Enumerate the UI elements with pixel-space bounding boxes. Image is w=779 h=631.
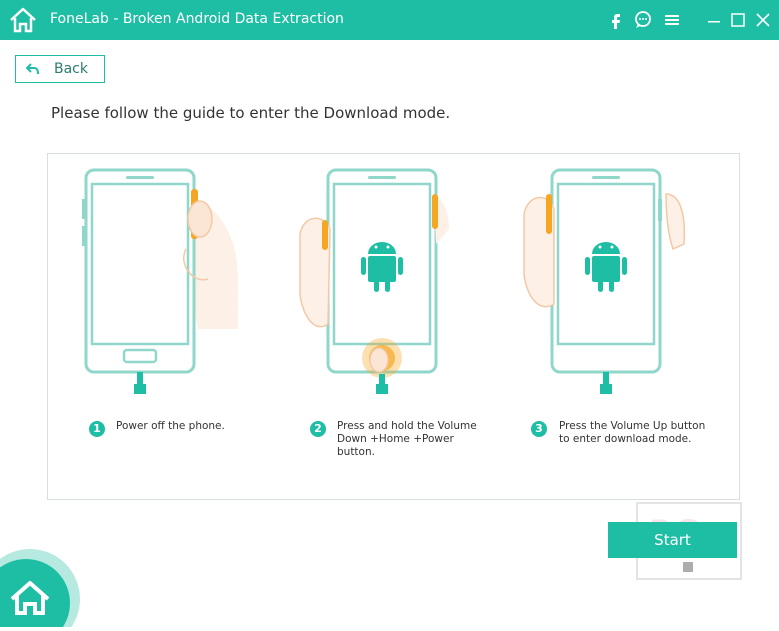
step2-illustration	[299, 168, 449, 394]
step3-illustration	[523, 168, 686, 394]
step1-number: 1	[89, 421, 105, 437]
step3-text: Press the Volume Up button to enter down…	[559, 420, 706, 445]
maximize-icon[interactable]	[728, 10, 748, 30]
instruction-text: Please follow the guide to enter the Dow…	[51, 104, 451, 122]
chat-icon[interactable]	[633, 10, 653, 30]
back-button-label: Back	[54, 61, 88, 77]
step1-illustration	[82, 168, 239, 394]
step2-text: Press and hold the Volume Down +Home +Po…	[337, 420, 477, 458]
step2-number: 2	[310, 421, 326, 437]
back-arrow-icon	[26, 63, 39, 75]
start-button[interactable]: Start	[608, 522, 737, 558]
home-corner-button[interactable]	[0, 537, 90, 631]
guide-panel: 1 Power off the phone. 2 Press and hold …	[47, 153, 740, 500]
menu-icon[interactable]	[662, 10, 682, 30]
step1-text: Power off the phone.	[116, 420, 225, 432]
step3-number: 3	[531, 421, 547, 437]
title-bar: FoneLab - Broken Android Data Extraction	[0, 0, 779, 40]
home-icon[interactable]	[8, 6, 38, 34]
back-button[interactable]: Back	[15, 55, 105, 83]
close-icon[interactable]	[753, 10, 773, 30]
facebook-icon[interactable]	[606, 10, 626, 30]
window-title: FoneLab - Broken Android Data Extraction	[50, 11, 344, 27]
minimize-icon[interactable]	[704, 10, 724, 30]
